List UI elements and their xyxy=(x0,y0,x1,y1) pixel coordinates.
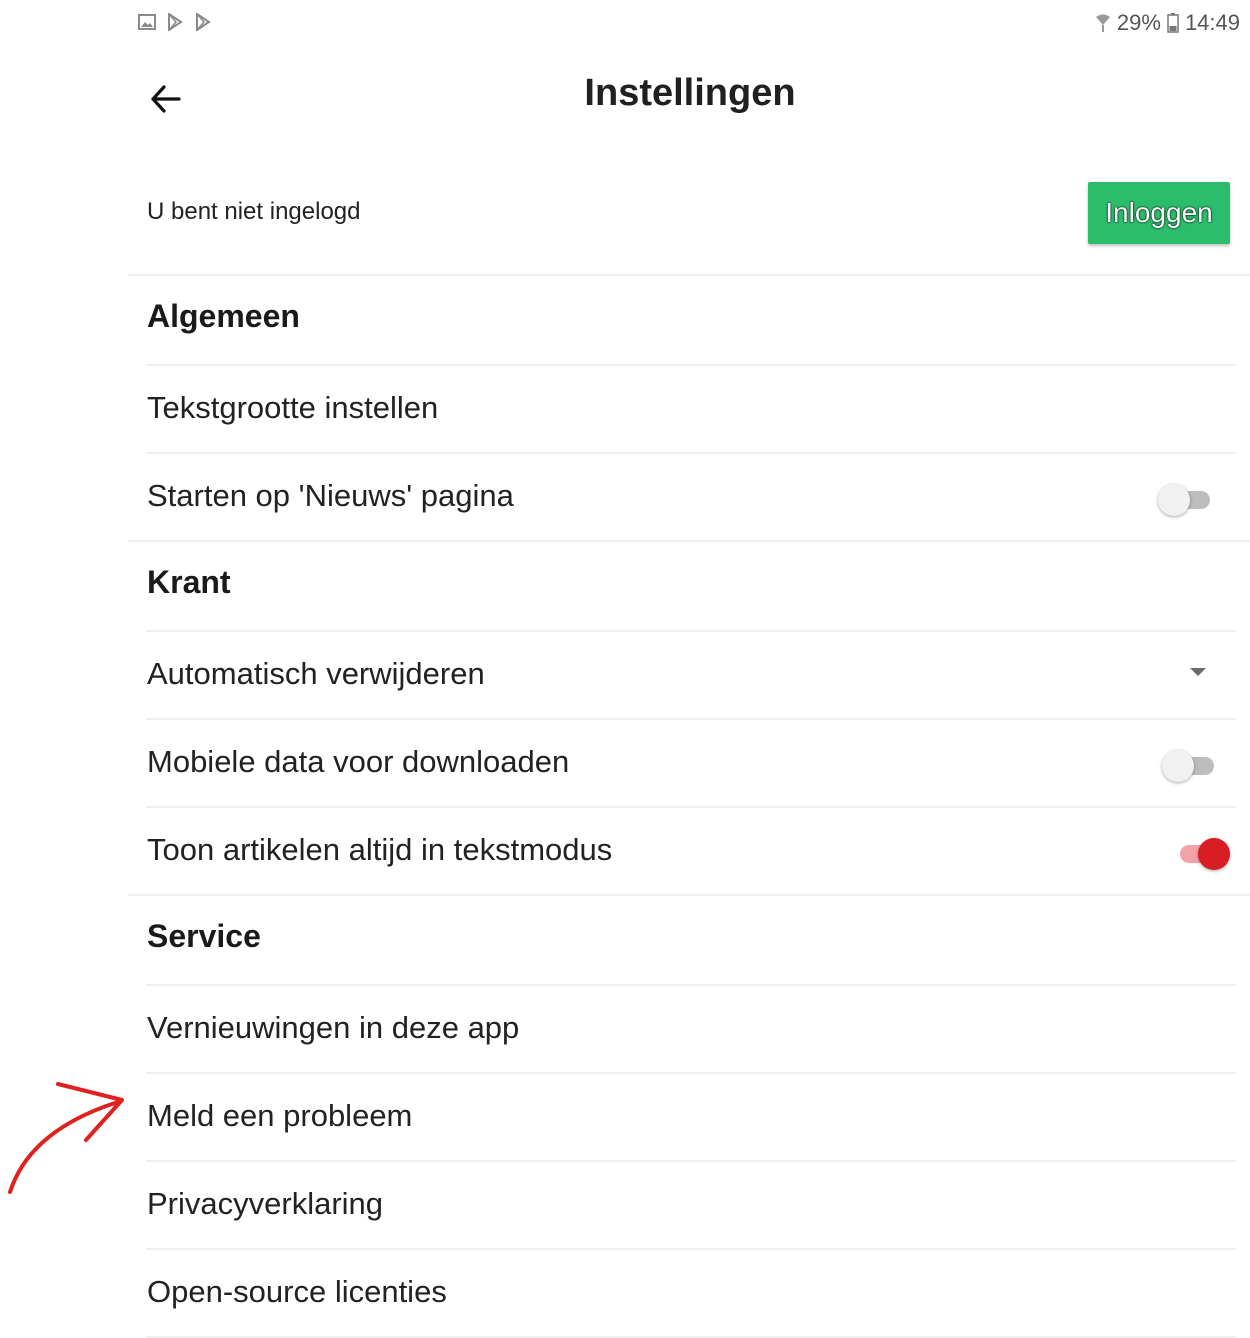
setting-label: Vernieuwingen in deze app xyxy=(147,1010,520,1045)
setting-label: Toon artikelen altijd in tekstmodus xyxy=(147,832,613,867)
section-title: Krant xyxy=(147,564,231,600)
setting-text-mode[interactable]: Toon artikelen altijd in tekstmodus xyxy=(128,808,1250,896)
section-title: Algemeen xyxy=(147,298,300,334)
setting-label: Privacyverklaring xyxy=(147,1186,384,1221)
app-bar: Instellingen xyxy=(0,50,1250,150)
play-store-icon xyxy=(193,12,213,32)
setting-start-news-page[interactable]: Starten op 'Nieuws' pagina xyxy=(128,454,1250,542)
status-notification-icons xyxy=(137,12,213,32)
toggle-thumb xyxy=(1158,484,1190,516)
section-header-service: Service xyxy=(146,896,1236,986)
image-icon xyxy=(137,12,157,32)
login-button[interactable]: Inloggen xyxy=(1088,182,1230,244)
setting-text-size[interactable]: Tekstgrootte instellen xyxy=(146,366,1236,454)
mobile-data-toggle[interactable] xyxy=(1162,748,1218,782)
wifi-icon xyxy=(1095,13,1111,33)
setting-label: Starten op 'Nieuws' pagina xyxy=(147,478,514,513)
page-title: Instellingen xyxy=(584,72,796,114)
account-row: U bent niet ingelogd Inloggen xyxy=(128,166,1250,276)
start-news-toggle[interactable] xyxy=(1158,482,1214,516)
login-status-text: U bent niet ingelogd xyxy=(147,198,361,225)
toggle-thumb xyxy=(1162,750,1194,782)
settings-list: Algemeen Tekstgrootte instellen Starten … xyxy=(0,276,1250,1338)
setting-mobile-data[interactable]: Mobiele data voor downloaden xyxy=(146,720,1236,808)
setting-whats-new[interactable]: Vernieuwingen in deze app xyxy=(146,986,1236,1074)
setting-privacy[interactable]: Privacyverklaring xyxy=(146,1162,1236,1250)
status-indicators: 29% 14:49 xyxy=(1095,10,1240,36)
battery-icon xyxy=(1167,13,1179,33)
text-mode-toggle[interactable] xyxy=(1174,836,1230,870)
setting-auto-delete[interactable]: Automatisch verwijderen xyxy=(146,632,1236,720)
setting-label: Mobiele data voor downloaden xyxy=(147,744,570,779)
setting-open-source[interactable]: Open-source licenties xyxy=(146,1250,1236,1338)
setting-report-problem[interactable]: Meld een probleem xyxy=(146,1074,1236,1162)
dropdown-caret-icon[interactable] xyxy=(1190,668,1206,676)
play-store-icon xyxy=(165,12,185,32)
clock: 14:49 xyxy=(1184,10,1240,35)
status-bar: 29% 14:49 xyxy=(0,0,1250,48)
setting-label: Automatisch verwijderen xyxy=(147,656,485,691)
section-title: Service xyxy=(147,918,261,954)
battery-percent: 29% xyxy=(1116,10,1161,35)
section-header-krant: Krant xyxy=(146,542,1236,632)
setting-label: Meld een probleem xyxy=(147,1098,413,1133)
toggle-thumb xyxy=(1198,838,1230,870)
setting-label: Tekstgrootte instellen xyxy=(147,390,439,425)
section-header-algemeen: Algemeen xyxy=(146,276,1236,366)
red-arrow-annotation xyxy=(8,1082,124,1194)
setting-label: Open-source licenties xyxy=(147,1274,447,1309)
